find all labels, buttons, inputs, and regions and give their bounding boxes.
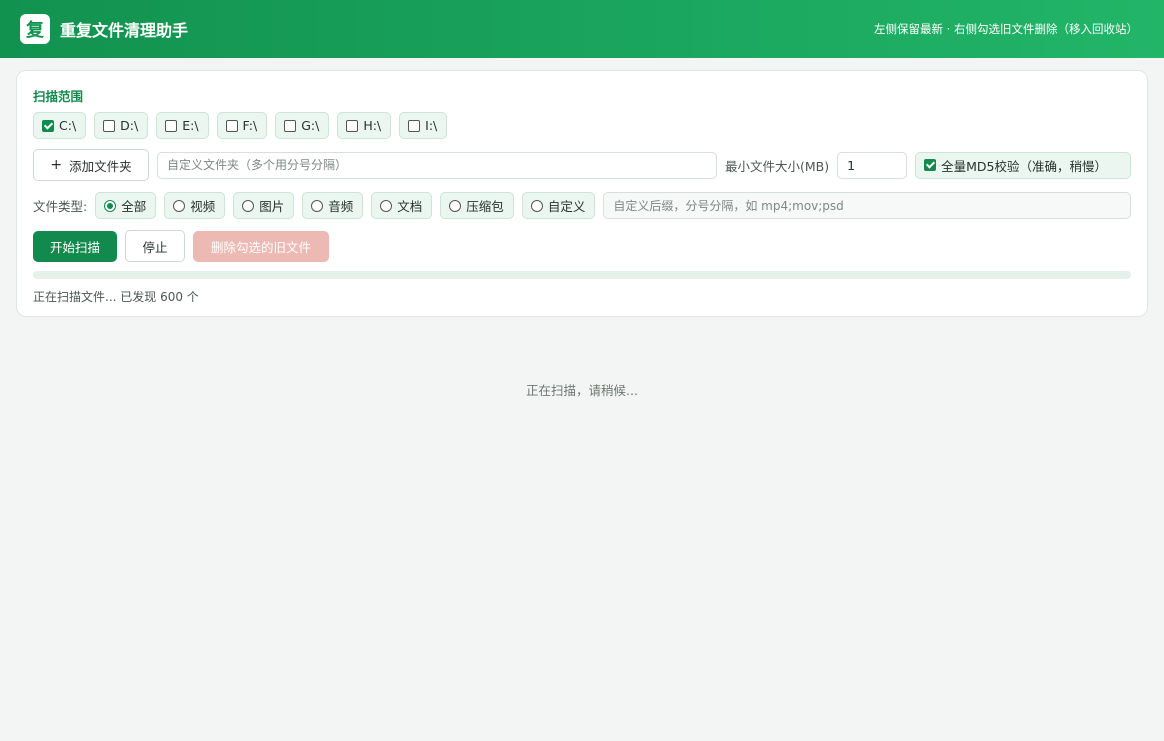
action-row: 开始扫描 停止 删除勾选的旧文件 <box>33 230 329 262</box>
file-type-label: 文件类型: <box>33 199 88 214</box>
folder-row: + 添加文件夹 最小文件大小(MB) 全量MD5校验（准确，稍慢） <box>33 149 1131 181</box>
drive-checkbox[interactable] <box>103 119 116 132</box>
drive-checkbox[interactable] <box>284 119 297 132</box>
results-placeholder: 正在扫描，请稍候... <box>526 383 638 398</box>
drive-option-h[interactable]: H:\ <box>337 112 392 139</box>
type-radio[interactable] <box>311 199 324 212</box>
drive-label: G:\ <box>301 118 320 133</box>
drive-label: C:\ <box>59 118 77 133</box>
app-logo: 复 <box>20 14 50 44</box>
drive-option-c[interactable]: C:\ <box>33 112 87 139</box>
drive-label: H:\ <box>363 118 382 133</box>
custom-folder-input[interactable] <box>157 151 717 179</box>
drive-list: C:\ D:\ E:\ F:\ G:\ H:\ I:\ <box>33 112 455 139</box>
type-label: 压缩包 <box>466 199 504 214</box>
type-label: 视频 <box>190 199 216 214</box>
drive-checkbox[interactable] <box>165 119 178 132</box>
md5-option[interactable]: 全量MD5校验（准确，稍慢） <box>915 151 1131 179</box>
add-folder-button[interactable]: + 添加文件夹 <box>33 149 149 181</box>
custom-extension-input[interactable] <box>603 192 1131 219</box>
stop-button[interactable]: 停止 <box>125 230 185 262</box>
drive-option-i[interactable]: I:\ <box>399 112 448 139</box>
add-folder-label: 添加文件夹 <box>69 158 132 174</box>
min-size-input[interactable] <box>837 151 908 179</box>
type-option-custom[interactable]: 自定义 <box>521 192 596 219</box>
type-radio[interactable] <box>449 199 462 212</box>
type-label: 全部 <box>121 199 147 214</box>
drive-checkbox[interactable] <box>346 119 359 132</box>
delete-selected-button[interactable]: 删除勾选的旧文件 <box>193 230 329 262</box>
plus-icon: + <box>50 157 63 173</box>
type-label: 文档 <box>397 199 423 214</box>
type-radio[interactable] <box>173 199 186 212</box>
drive-checkbox[interactable] <box>408 119 421 132</box>
drive-option-g[interactable]: G:\ <box>275 112 330 139</box>
drive-label: F:\ <box>242 118 258 133</box>
type-label: 音频 <box>328 199 354 214</box>
scan-status-text: 正在扫描文件... 已发现 600 个 <box>33 290 199 304</box>
scan-progress-bar <box>33 271 1131 279</box>
drive-label: I:\ <box>425 118 438 133</box>
start-scan-button[interactable]: 开始扫描 <box>33 230 117 262</box>
type-label: 图片 <box>259 199 285 214</box>
file-type-row: 文件类型: 全部 视频 图片 音频 文档 压缩包 自定义 <box>33 192 1131 219</box>
type-option-archive[interactable]: 压缩包 <box>440 192 514 219</box>
drive-checkbox[interactable] <box>42 119 54 132</box>
type-option-image[interactable]: 图片 <box>233 192 295 219</box>
type-option-document[interactable]: 文档 <box>371 192 433 219</box>
drive-option-e[interactable]: E:\ <box>156 112 209 139</box>
type-radio[interactable] <box>242 199 255 212</box>
md5-checkbox[interactable] <box>924 159 937 171</box>
drive-option-d[interactable]: D:\ <box>94 112 149 139</box>
app-header: 复 重复文件清理助手 左侧保留最新 · 右侧勾选旧文件删除（移入回收站） <box>0 0 1164 58</box>
type-radio[interactable] <box>530 199 543 212</box>
type-option-video[interactable]: 视频 <box>164 192 226 219</box>
type-radio[interactable] <box>380 199 393 212</box>
header-tip: 左侧保留最新 · 右侧勾选旧文件删除（移入回收站） <box>874 22 1138 36</box>
type-option-audio[interactable]: 音频 <box>302 192 364 219</box>
min-size-label: 最小文件大小(MB) <box>725 158 830 174</box>
type-option-all[interactable]: 全部 <box>95 192 157 219</box>
drive-label: E:\ <box>182 118 199 133</box>
scan-scope-title: 扫描范围 <box>33 89 84 104</box>
drive-checkbox[interactable] <box>225 119 238 132</box>
scan-panel: 扫描范围 C:\ D:\ E:\ F:\ G:\ H:\ I:\ + 添加文件夹… <box>16 70 1148 317</box>
type-label: 自定义 <box>547 199 586 214</box>
md5-label: 全量MD5校验（准确，稍慢） <box>941 158 1107 174</box>
drive-option-f[interactable]: F:\ <box>216 112 268 139</box>
drive-label: D:\ <box>120 118 139 133</box>
app-title: 重复文件清理助手 <box>60 21 189 40</box>
type-radio[interactable] <box>104 199 117 212</box>
